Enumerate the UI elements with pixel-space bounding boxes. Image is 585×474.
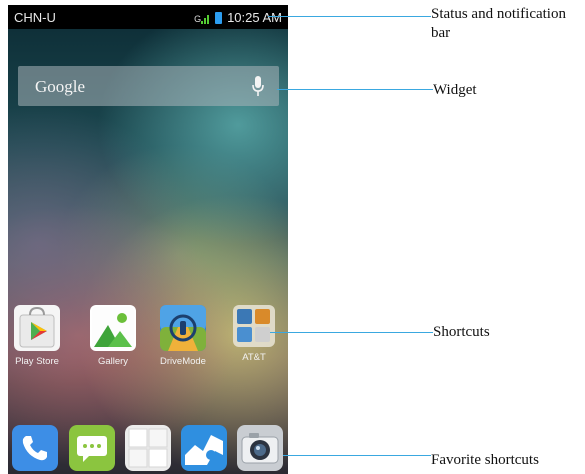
google-search-widget[interactable]: Google: [18, 66, 279, 106]
clock: 10:25 AM: [227, 10, 282, 25]
shortcut-att-folder[interactable]: AT&T: [226, 305, 282, 363]
shortcut-label: Play Store: [15, 356, 59, 367]
maps-icon[interactable]: [181, 425, 227, 471]
signal-icon: G: [194, 12, 210, 24]
home-screen: CHN-U G 10:25 AM Google Play Store Galle…: [8, 5, 288, 474]
shortcut-gallery[interactable]: Gallery: [85, 305, 141, 367]
shortcut-label: AT&T: [242, 352, 266, 363]
status-callout-line: [268, 16, 431, 17]
search-widget-label: Google: [35, 77, 86, 96]
status-bar: CHN-U G 10:25 AM: [8, 5, 288, 29]
favorites-callout-label: Favorite shortcuts: [431, 452, 539, 468]
camera-icon[interactable]: [237, 425, 283, 471]
favorites-callout-line: [283, 455, 431, 456]
status-callout-label: Status and notification bar: [431, 6, 566, 41]
shortcut-play-store[interactable]: Play Store: [9, 305, 65, 367]
carrier-name: CHN-U: [14, 10, 56, 25]
widget-callout-label: Widget: [433, 82, 477, 98]
shortcut-label: DriveMode: [160, 356, 206, 367]
shortcut-label: Gallery: [97, 356, 129, 367]
play-store-icon: [14, 305, 60, 351]
network-type: G: [194, 13, 202, 24]
att-folder-icon: [233, 305, 275, 347]
shortcuts-callout-line: [270, 332, 433, 333]
microphone-icon[interactable]: [251, 75, 265, 97]
messaging-icon[interactable]: [69, 425, 115, 471]
shortcuts-callout-label: Shortcuts: [433, 324, 490, 340]
phone-icon[interactable]: [12, 425, 58, 471]
battery-icon: [215, 11, 223, 24]
gallery-icon: [90, 305, 136, 351]
drivemode-icon: [160, 305, 206, 351]
apps-drawer-icon[interactable]: [125, 425, 171, 471]
status-indicators: G 10:25 AM: [194, 10, 282, 25]
shortcut-drivemode[interactable]: DriveMode: [155, 305, 211, 367]
widget-callout-line: [277, 89, 433, 90]
